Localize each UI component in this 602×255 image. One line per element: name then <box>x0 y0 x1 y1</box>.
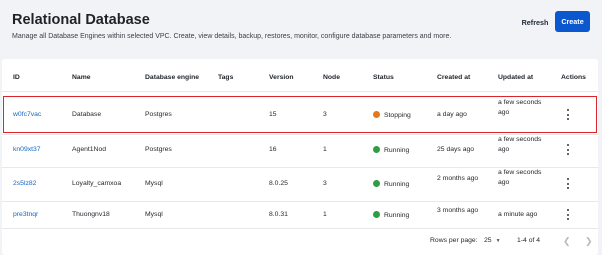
status-running-icon <box>373 211 380 218</box>
create-button[interactable]: Create <box>555 11 590 32</box>
row-name: Agent1Nod <box>72 146 107 153</box>
rows-per-page-select[interactable]: 25 ▼ <box>484 237 501 244</box>
rows-per-page-value: 25 <box>484 237 492 244</box>
more-actions-icon[interactable] <box>563 109 573 121</box>
row-created: a day ago <box>437 111 467 118</box>
row-engine: Postgres <box>145 146 172 153</box>
row-divider <box>2 201 598 202</box>
status-badge: Stopping <box>373 111 411 119</box>
row-name: Loyalty_camxoa <box>72 180 122 187</box>
row-created: 2 months ago <box>437 175 479 182</box>
status-badge: Running <box>373 180 409 188</box>
status-label: Stopping <box>384 112 411 119</box>
page-title: Relational Database <box>12 12 150 28</box>
row-updated: a few seconds ago <box>498 99 542 116</box>
status-running-icon <box>373 146 380 153</box>
row-node: 1 <box>323 211 327 218</box>
column-header-id: ID <box>13 74 20 81</box>
row-version: 15 <box>269 111 277 118</box>
chevron-right-icon[interactable]: ❯ <box>585 236 593 247</box>
column-header-created: Created at <box>437 74 471 81</box>
status-stopping-icon <box>373 111 380 118</box>
column-header-status: Status <box>373 74 394 81</box>
row-version: 16 <box>269 146 277 153</box>
status-badge: Running <box>373 211 409 219</box>
row-created: 25 days ago <box>437 146 475 153</box>
row-divider <box>2 228 598 229</box>
row-name: Database <box>72 111 102 118</box>
status-badge: Running <box>373 146 409 154</box>
row-id-link[interactable]: 2s5lz82 <box>13 180 36 187</box>
rows-per-page-label: Rows per page: <box>430 237 478 244</box>
status-running-icon <box>373 180 380 187</box>
row-id-link[interactable]: kn09xt37 <box>13 146 41 153</box>
column-header-actions: Actions <box>561 74 586 81</box>
row-updated: a few seconds ago <box>498 136 542 153</box>
row-engine: Mysql <box>145 180 163 187</box>
row-name: Thuongnv18 <box>72 211 110 218</box>
column-header-version: Version <box>269 74 294 81</box>
more-actions-icon[interactable] <box>563 144 573 156</box>
more-actions-icon[interactable] <box>563 178 573 190</box>
database-table-card <box>2 59 598 255</box>
row-node: 3 <box>323 180 327 187</box>
page-header: Relational Database Manage all Database … <box>0 0 602 50</box>
row-created: 3 months ago <box>437 207 479 214</box>
page-description: Manage all Database Engines within selec… <box>12 33 452 40</box>
refresh-button[interactable]: Refresh <box>517 12 553 32</box>
row-node: 1 <box>323 146 327 153</box>
column-header-name: Name <box>72 74 91 81</box>
chevron-left-icon[interactable]: ❮ <box>563 236 571 247</box>
column-header-node: Node <box>323 74 340 81</box>
row-id-link[interactable]: w0fc7vac <box>13 111 41 118</box>
more-actions-icon[interactable] <box>563 209 573 221</box>
status-label: Running <box>384 212 410 219</box>
row-id-link[interactable]: pre3tnqr <box>13 211 38 218</box>
header-divider <box>2 91 598 92</box>
row-updated: a few seconds ago <box>498 169 542 186</box>
column-header-engine: Database engine <box>145 74 200 81</box>
caret-down-icon: ▼ <box>495 238 501 244</box>
status-label: Running <box>384 181 410 188</box>
column-header-updated: Updated at <box>498 74 534 81</box>
pagination-range: 1-4 of 4 <box>517 237 541 244</box>
column-header-tags: Tags <box>218 74 234 81</box>
status-label: Running <box>384 147 410 154</box>
row-node: 3 <box>323 111 327 118</box>
row-version: 8.0.31 <box>269 211 288 218</box>
row-engine: Postgres <box>145 111 172 118</box>
row-updated: a minute ago <box>498 211 538 218</box>
row-version: 8.0.25 <box>269 180 288 187</box>
row-engine: Mysql <box>145 211 163 218</box>
